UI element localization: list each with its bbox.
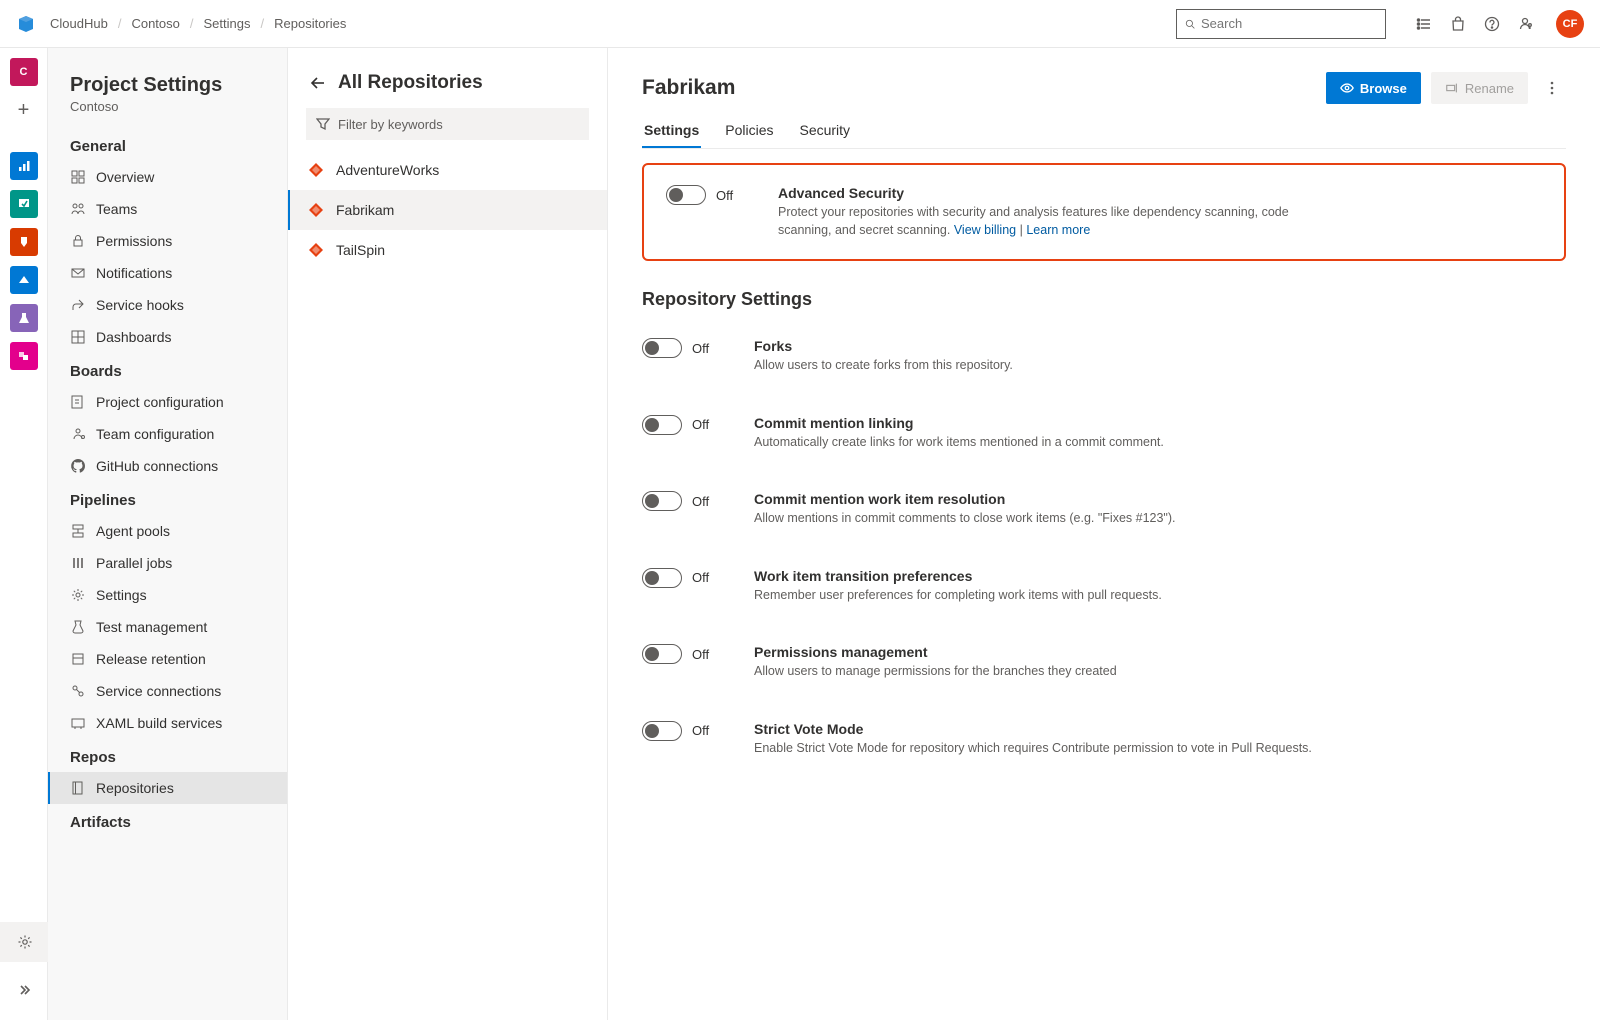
repo-item-adventureworks[interactable]: AdventureWorks — [288, 150, 607, 190]
nav-agent-pools[interactable]: Agent pools — [48, 515, 287, 547]
setting-commit-mention-resolution: Off Commit mention work item resolutionA… — [642, 471, 1566, 548]
advanced-security-toggle[interactable] — [666, 185, 706, 205]
nav-permissions[interactable]: Permissions — [48, 225, 287, 257]
rename-button[interactable]: Rename — [1431, 72, 1528, 104]
nav-xaml[interactable]: XAML build services — [48, 707, 287, 739]
more-options-icon[interactable] — [1538, 72, 1566, 104]
nav-dashboards[interactable]: Dashboards — [48, 321, 287, 353]
nav-rail: C + — [0, 48, 48, 1020]
setting-permissions-mgmt: Off Permissions managementAllow users to… — [642, 624, 1566, 701]
rail-app-4-icon[interactable] — [10, 266, 38, 294]
search-box[interactable] — [1176, 9, 1386, 39]
advanced-security-desc: Protect your repositories with security … — [778, 204, 1338, 239]
advanced-security-title: Advanced Security — [778, 185, 1338, 201]
rail-app-3-icon[interactable] — [10, 228, 38, 256]
eye-icon — [1340, 81, 1354, 95]
rail-project-icon[interactable]: C — [10, 58, 38, 86]
project-settings-panel: Project Settings Contoso General Overvie… — [48, 48, 288, 1020]
back-arrow-icon[interactable] — [310, 75, 326, 91]
repo-settings-heading: Repository Settings — [642, 289, 1566, 310]
commit-resolution-toggle[interactable] — [642, 491, 682, 511]
nav-teams[interactable]: Teams — [48, 193, 287, 225]
rename-icon — [1445, 81, 1459, 95]
repo-title: Fabrikam — [642, 76, 1316, 100]
permissions-toggle[interactable] — [642, 644, 682, 664]
nav-release-retention[interactable]: Release retention — [48, 643, 287, 675]
transition-toggle[interactable] — [642, 568, 682, 588]
toggle-state: Off — [716, 188, 733, 203]
commit-mention-toggle[interactable] — [642, 415, 682, 435]
breadcrumbs: CloudHub / Contoso / Settings / Reposito… — [50, 16, 346, 31]
nav-github[interactable]: GitHub connections — [48, 450, 287, 482]
tab-settings[interactable]: Settings — [642, 114, 701, 148]
advanced-security-callout: Off Advanced Security Protect your repos… — [642, 163, 1566, 261]
setting-forks: Off ForksAllow users to create forks fro… — [642, 318, 1566, 395]
main-tabs: Settings Policies Security — [642, 114, 1566, 149]
list-icon[interactable] — [1416, 16, 1432, 32]
repos-panel: All Repositories Filter by keywords Adve… — [288, 48, 608, 1020]
search-input[interactable] — [1201, 16, 1377, 31]
nav-pipeline-settings[interactable]: Settings — [48, 579, 287, 611]
section-boards: Boards — [48, 353, 287, 386]
setting-commit-mention-link: Off Commit mention linkingAutomatically … — [642, 395, 1566, 472]
section-pipelines: Pipelines — [48, 482, 287, 515]
project-name: Contoso — [48, 97, 287, 128]
panel-title: Project Settings — [48, 74, 287, 97]
avatar[interactable]: CF — [1556, 10, 1584, 38]
breadcrumb-page[interactable]: Repositories — [274, 16, 346, 31]
strict-vote-toggle[interactable] — [642, 721, 682, 741]
filter-icon — [316, 117, 330, 131]
browse-button[interactable]: Browse — [1326, 72, 1421, 104]
filter-placeholder: Filter by keywords — [338, 117, 443, 132]
nav-parallel-jobs[interactable]: Parallel jobs — [48, 547, 287, 579]
product-logo-icon[interactable] — [16, 14, 36, 34]
setting-strict-vote: Off Strict Vote ModeEnable Strict Vote M… — [642, 701, 1566, 778]
rail-app-6-icon[interactable] — [10, 342, 38, 370]
person-icon[interactable] — [1518, 16, 1534, 32]
repo-diamond-icon — [308, 202, 324, 218]
rail-expand-icon[interactable] — [0, 970, 48, 1010]
help-icon[interactable] — [1484, 16, 1500, 32]
repo-item-tailspin[interactable]: TailSpin — [288, 230, 607, 270]
shopping-icon[interactable] — [1450, 16, 1466, 32]
rail-app-1-icon[interactable] — [10, 152, 38, 180]
search-icon — [1185, 17, 1195, 31]
rail-app-2-icon[interactable] — [10, 190, 38, 218]
forks-toggle[interactable] — [642, 338, 682, 358]
breadcrumb-org[interactable]: Contoso — [131, 16, 179, 31]
rail-settings-icon[interactable] — [0, 922, 48, 962]
tab-policies[interactable]: Policies — [723, 114, 775, 148]
section-artifacts: Artifacts — [48, 804, 287, 837]
repo-diamond-icon — [308, 162, 324, 178]
nav-overview[interactable]: Overview — [48, 161, 287, 193]
nav-service-hooks[interactable]: Service hooks — [48, 289, 287, 321]
rail-app-5-icon[interactable] — [10, 304, 38, 332]
view-billing-link[interactable]: View billing — [954, 223, 1016, 237]
topbar: CloudHub / Contoso / Settings / Reposito… — [0, 0, 1600, 48]
nav-project-config[interactable]: Project configuration — [48, 386, 287, 418]
repos-filter[interactable]: Filter by keywords — [306, 108, 589, 140]
main-panel: Fabrikam Browse Rename Settings Policies… — [608, 48, 1600, 1020]
section-repos: Repos — [48, 739, 287, 772]
rail-add-icon[interactable]: + — [10, 96, 38, 124]
section-general: General — [48, 128, 287, 161]
nav-notifications[interactable]: Notifications — [48, 257, 287, 289]
breadcrumb-section[interactable]: Settings — [204, 16, 251, 31]
nav-team-config[interactable]: Team configuration — [48, 418, 287, 450]
repo-item-fabrikam[interactable]: Fabrikam — [288, 190, 607, 230]
repos-title: All Repositories — [338, 72, 483, 94]
nav-service-connections[interactable]: Service connections — [48, 675, 287, 707]
nav-repositories[interactable]: Repositories — [48, 772, 287, 804]
tab-security[interactable]: Security — [797, 114, 852, 148]
breadcrumb-product[interactable]: CloudHub — [50, 16, 108, 31]
learn-more-link[interactable]: Learn more — [1026, 223, 1090, 237]
nav-test-mgmt[interactable]: Test management — [48, 611, 287, 643]
setting-work-item-transition: Off Work item transition preferencesReme… — [642, 548, 1566, 625]
repo-diamond-icon — [308, 242, 324, 258]
